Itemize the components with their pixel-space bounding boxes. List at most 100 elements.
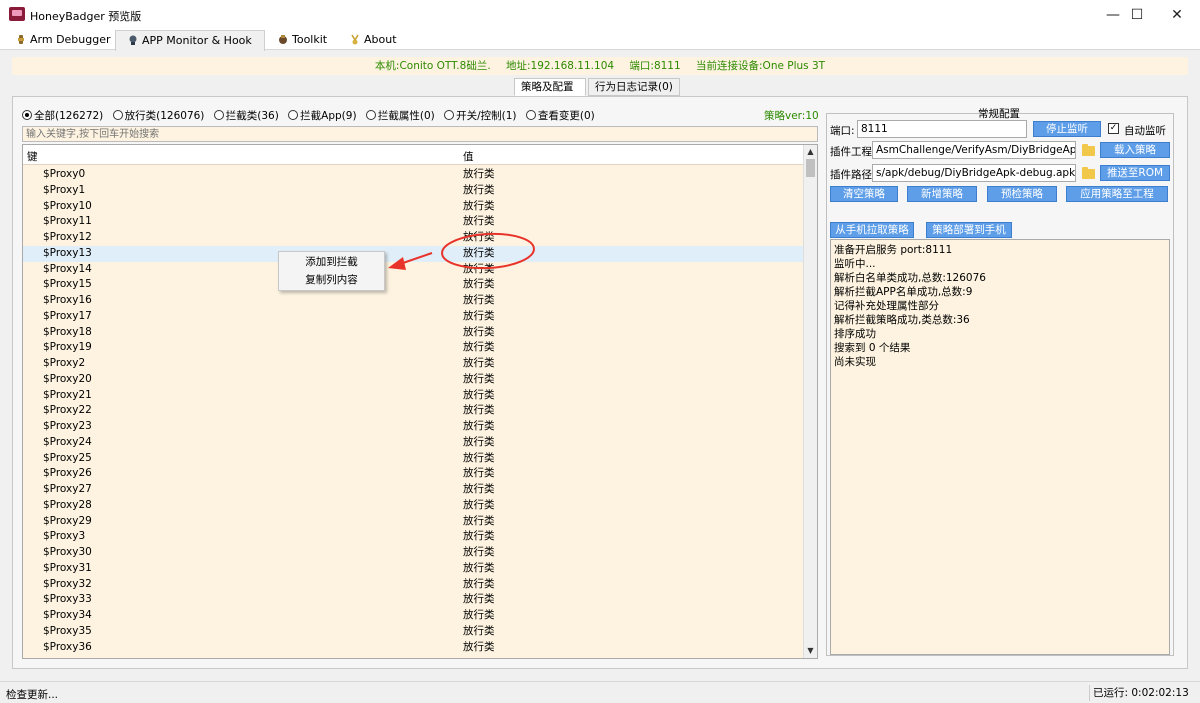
table-row[interactable]: $Proxy14 放行类 xyxy=(23,262,805,278)
subtab-policy-config[interactable]: 策略及配置 xyxy=(514,78,586,96)
stop-listen-button[interactable]: 停止监听 xyxy=(1033,121,1101,137)
table-row[interactable]: $Proxy35 放行类 xyxy=(23,624,805,640)
table-row[interactable]: $Proxy21 放行类 xyxy=(23,388,805,404)
menu-item-copy-column[interactable]: 复制列内容 xyxy=(279,272,384,289)
close-button[interactable]: ✕ xyxy=(1154,0,1200,30)
table-row[interactable]: $Proxy15 放行类 xyxy=(23,277,805,293)
search-input[interactable] xyxy=(22,126,818,142)
column-header-value[interactable]: 值 xyxy=(463,149,474,164)
add-policy-button[interactable]: 新增策略 xyxy=(907,186,977,202)
port-input[interactable]: 8111 xyxy=(857,120,1027,138)
update-status: 检查更新... xyxy=(6,689,59,701)
tab-label: Arm Debugger xyxy=(30,33,111,46)
plugin-path-input[interactable]: s/apk/debug/DiyBridgeApk-debug.apk xyxy=(872,164,1076,182)
push-to-rom-button[interactable]: 推送至ROM xyxy=(1100,165,1170,181)
log-line: 搜索到 0 个结果 xyxy=(834,342,911,354)
table-header: 键 值 xyxy=(23,145,805,165)
row-value: 放行类 xyxy=(463,640,495,653)
table-row[interactable]: $Proxy13 放行类 xyxy=(23,245,805,262)
row-key: $Proxy34 xyxy=(43,609,92,621)
plugin-project-input[interactable]: AsmChallenge/VerifyAsm/DiyBridgeApk xyxy=(872,141,1076,159)
table-row[interactable]: $Proxy3 放行类 xyxy=(23,529,805,545)
row-value: 放行类 xyxy=(463,624,495,637)
radio-block-attr[interactable]: 拦截属性(0) xyxy=(365,108,435,123)
tab-arm-debugger[interactable]: Arm Debugger xyxy=(4,30,112,50)
row-value: 放行类 xyxy=(463,435,495,448)
table-row[interactable]: $Proxy11 放行类 xyxy=(23,214,805,230)
radio-all[interactable]: 全部(126272) xyxy=(22,108,103,123)
load-policy-button[interactable]: 载入策略 xyxy=(1100,142,1170,158)
radio-block-app[interactable]: 拦截App(9) xyxy=(288,108,357,123)
table-row[interactable]: $Proxy36 放行类 xyxy=(23,640,805,656)
folder-icon[interactable] xyxy=(1082,144,1095,156)
row-value: 放行类 xyxy=(463,467,495,480)
plugin-project-label: 插件工程 xyxy=(830,146,872,158)
tab-about[interactable]: About xyxy=(338,30,400,50)
radio-label: 查看变更(0) xyxy=(537,110,595,122)
table-row[interactable]: $Proxy26 放行类 xyxy=(23,466,805,482)
policy-version: 策略ver:10 xyxy=(764,110,819,122)
radio-switch-control[interactable]: 开关/控制(1) xyxy=(444,108,517,123)
row-value: 放行类 xyxy=(463,199,495,212)
tab-toolkit[interactable]: Toolkit xyxy=(266,30,336,50)
row-key: $Proxy35 xyxy=(43,624,92,637)
row-key: $Proxy2 xyxy=(43,357,86,369)
table-row[interactable]: $Proxy18 放行类 xyxy=(23,325,805,341)
menu-item-add-to-block[interactable]: 添加到拦截 xyxy=(279,254,384,271)
table-row[interactable]: $Proxy24 放行类 xyxy=(23,435,805,451)
log-output[interactable]: 准备开启服务 port:8111 监听中... 解析白名单类成功,总数:126076… xyxy=(830,239,1170,655)
config-group-title: 常规配置 xyxy=(978,108,1020,120)
table-row[interactable]: $Proxy27 放行类 xyxy=(23,482,805,498)
tab-app-monitor-hook[interactable]: APP Monitor & Hook xyxy=(115,30,265,51)
table-row[interactable]: $Proxy0 放行类 xyxy=(23,167,805,183)
scroll-thumb[interactable] xyxy=(806,159,815,177)
radio-dot xyxy=(365,110,376,120)
clear-policy-button[interactable]: 清空策略 xyxy=(830,186,898,202)
table-row[interactable]: $Proxy17 放行类 xyxy=(23,309,805,325)
deploy-policy-button[interactable]: 策略部署到手机 xyxy=(926,222,1012,238)
precheck-policy-button[interactable]: 预检策略 xyxy=(987,186,1057,202)
log-line: 准备开启服务 port:8111 xyxy=(834,244,953,256)
table-row[interactable]: $Proxy16 放行类 xyxy=(23,293,805,309)
table-row[interactable]: $Proxy30 放行类 xyxy=(23,545,805,561)
row-value: 放行类 xyxy=(463,231,495,243)
table-row[interactable]: $Proxy23 放行类 xyxy=(23,419,805,435)
log-line: 解析拦截策略成功,类总数:36 xyxy=(834,314,970,326)
table-row[interactable]: $Proxy29 放行类 xyxy=(23,514,805,530)
table-row[interactable]: $Proxy20 放行类 xyxy=(23,372,805,388)
row-key: $Proxy18 xyxy=(43,325,92,338)
table-row[interactable]: $Proxy22 放行类 xyxy=(23,403,805,419)
apply-policy-button[interactable]: 应用策略至工程 xyxy=(1066,186,1168,202)
radio-allow[interactable]: 放行类(126076) xyxy=(112,108,204,123)
table-row[interactable]: $Proxy28 放行类 xyxy=(23,498,805,514)
pull-policy-button[interactable]: 从手机拉取策略 xyxy=(830,222,914,238)
row-value: 放行类 xyxy=(463,372,495,385)
row-value: 放行类 xyxy=(463,357,495,369)
table-row[interactable]: $Proxy33 放行类 xyxy=(23,592,805,608)
table-row[interactable]: $Proxy34 放行类 xyxy=(23,608,805,624)
table-scrollbar[interactable]: ▲ ▼ xyxy=(803,145,817,658)
scroll-up-icon[interactable]: ▲ xyxy=(804,145,817,159)
table-row[interactable]: $Proxy10 放行类 xyxy=(23,199,805,215)
radio-view-changes[interactable]: 查看变更(0) xyxy=(525,108,595,123)
scroll-down-icon[interactable]: ▼ xyxy=(804,644,817,658)
table-row[interactable]: $Proxy2 放行类 xyxy=(23,356,805,372)
folder-icon[interactable] xyxy=(1082,167,1095,179)
table-row[interactable]: $Proxy31 放行类 xyxy=(23,561,805,577)
row-key: $Proxy23 xyxy=(43,420,92,432)
column-header-key[interactable]: 键 xyxy=(27,149,38,164)
table-row[interactable]: $Proxy32 放行类 xyxy=(23,577,805,593)
window-title: HoneyBadger 预览版 xyxy=(30,10,142,23)
auto-listen-checkbox[interactable]: ✓ xyxy=(1108,123,1119,134)
title-bar: HoneyBadger 预览版 — ☐ ✕ xyxy=(0,0,1200,30)
table-row[interactable]: $Proxy12 放行类 xyxy=(23,230,805,246)
row-value: 放行类 xyxy=(463,309,495,322)
radio-label: 拦截App(9) xyxy=(300,110,357,122)
row-key: $Proxy32 xyxy=(43,577,92,590)
radio-block-class[interactable]: 拦截类(36) xyxy=(213,108,279,123)
subtab-behavior-log[interactable]: 行为日志记录(0) xyxy=(588,78,680,96)
table-row[interactable]: $Proxy1 放行类 xyxy=(23,183,805,199)
table-row[interactable]: $Proxy19 放行类 xyxy=(23,340,805,356)
row-key: $Proxy10 xyxy=(43,199,92,212)
table-row[interactable]: $Proxy25 放行类 xyxy=(23,451,805,467)
